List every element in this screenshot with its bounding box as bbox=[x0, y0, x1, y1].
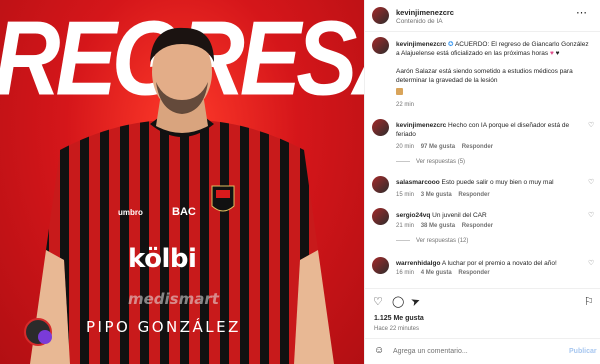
header-subtitle: Contenido de IA bbox=[396, 18, 443, 25]
comment-likes[interactable]: 3 Me gusta bbox=[421, 192, 452, 198]
comment-meta: 20 min 97 Me gusta Responder bbox=[396, 144, 493, 150]
heart-icon[interactable]: ♡ bbox=[588, 121, 594, 129]
heart-icon[interactable]: ♡ bbox=[588, 259, 594, 267]
like-icon[interactable]: ♡ bbox=[373, 295, 383, 308]
comment-meta: 15 min 3 Me gusta Responder bbox=[396, 192, 490, 198]
comment-input[interactable]: Agrega un comentario... bbox=[393, 348, 468, 355]
caption-avatar[interactable] bbox=[372, 37, 389, 54]
post-time: Hace 22 minutes bbox=[374, 326, 420, 332]
comment-username[interactable]: warrenhidalgo bbox=[396, 260, 440, 267]
comment-username[interactable]: kevinjimenezcrc bbox=[396, 122, 446, 129]
header-avatar[interactable] bbox=[372, 7, 389, 24]
comment-body: Un juvenil del CAR bbox=[432, 212, 487, 219]
comment-icon[interactable]: ◯ bbox=[392, 295, 404, 308]
comment-time: 16 min bbox=[396, 270, 415, 276]
comment-text: kevinjimenezcrc Hecho con IA porque el d… bbox=[396, 121, 582, 139]
reply-button[interactable]: Responder bbox=[458, 192, 489, 198]
likes-count[interactable]: 1.125 Me gusta bbox=[374, 315, 424, 322]
comment-time: 20 min bbox=[396, 144, 415, 150]
comment-likes[interactable]: 38 Me gusta bbox=[421, 223, 455, 229]
emoji-icon[interactable]: ☺ bbox=[374, 345, 384, 356]
comment-text: sergio24vq Un juvenil del CAR bbox=[396, 211, 582, 220]
caption-username[interactable]: kevinjimenezcrc bbox=[396, 41, 446, 48]
comment-meta: 21 min 38 Me gusta Responder bbox=[396, 223, 493, 229]
comment-body: A luchar por el premio a novato del año! bbox=[441, 260, 557, 267]
post-image[interactable]: REGRESA bbox=[0, 0, 364, 364]
comment-time: 21 min bbox=[396, 223, 415, 229]
heart-emoji-icon: ♥ bbox=[549, 50, 554, 57]
reply-button[interactable]: Responder bbox=[462, 223, 493, 229]
profile-badge-icon bbox=[38, 330, 52, 344]
more-horizontal-icon[interactable]: ⋯ bbox=[576, 6, 587, 19]
comment-avatar[interactable] bbox=[372, 257, 389, 274]
comment-likes[interactable]: 4 Me gusta bbox=[421, 270, 452, 276]
comment-username[interactable]: sergio24vq bbox=[396, 212, 430, 219]
comment-text: salasmarcooo Esto puede salir o muy bien… bbox=[396, 178, 582, 187]
comment-avatar[interactable] bbox=[372, 208, 389, 225]
caption-text-2: Aarón Salazar está siendo sometido a est… bbox=[396, 68, 573, 84]
comment-time: 15 min bbox=[396, 192, 415, 198]
reply-button[interactable]: Responder bbox=[462, 144, 493, 150]
comment-meta: 16 min 4 Me gusta Responder bbox=[396, 270, 490, 276]
caption-time: 22 min bbox=[396, 102, 415, 108]
heart-icon[interactable]: ♡ bbox=[588, 178, 594, 186]
shirt-sponsor: BAC bbox=[172, 206, 196, 218]
header-divider bbox=[364, 31, 600, 32]
input-divider bbox=[364, 338, 600, 339]
player-illustration bbox=[30, 27, 334, 364]
black-heart-icon: ♥ bbox=[555, 50, 560, 57]
view-replies-button[interactable]: Ver respuestas (5) bbox=[396, 159, 465, 165]
brand-logo: umbro bbox=[118, 208, 143, 217]
header-username[interactable]: kevinjimenezcrc bbox=[396, 8, 454, 17]
publish-button[interactable]: Publicar bbox=[569, 348, 597, 355]
verified-icon: ✪ bbox=[448, 41, 454, 48]
comment-body: Esto puede salir o muy bien o muy mal bbox=[441, 179, 554, 186]
actions-divider bbox=[364, 288, 600, 289]
sponsor-medismart: medismart bbox=[128, 290, 219, 308]
reply-button[interactable]: Responder bbox=[458, 270, 489, 276]
comment-likes[interactable]: 97 Me gusta bbox=[421, 144, 455, 150]
comment-username[interactable]: salasmarcooo bbox=[396, 179, 440, 186]
flag-emoji-icon bbox=[396, 88, 403, 95]
player-name: PIPO GONZÁLEZ bbox=[86, 318, 241, 336]
caption-text-1: kevinjimenezcrc ✪ ACUERDO: El regreso de… bbox=[396, 40, 592, 58]
comment-avatar[interactable] bbox=[372, 176, 389, 193]
bookmark-icon[interactable]: ⚐ bbox=[584, 295, 594, 308]
comment-text: warrenhidalgo A luchar por el premio a n… bbox=[396, 259, 582, 268]
heart-icon[interactable]: ♡ bbox=[588, 211, 594, 219]
sponsor-kolbi: kölbi bbox=[128, 244, 197, 274]
view-replies-button[interactable]: Ver respuestas (12) bbox=[396, 238, 468, 244]
comment-avatar[interactable] bbox=[372, 119, 389, 136]
